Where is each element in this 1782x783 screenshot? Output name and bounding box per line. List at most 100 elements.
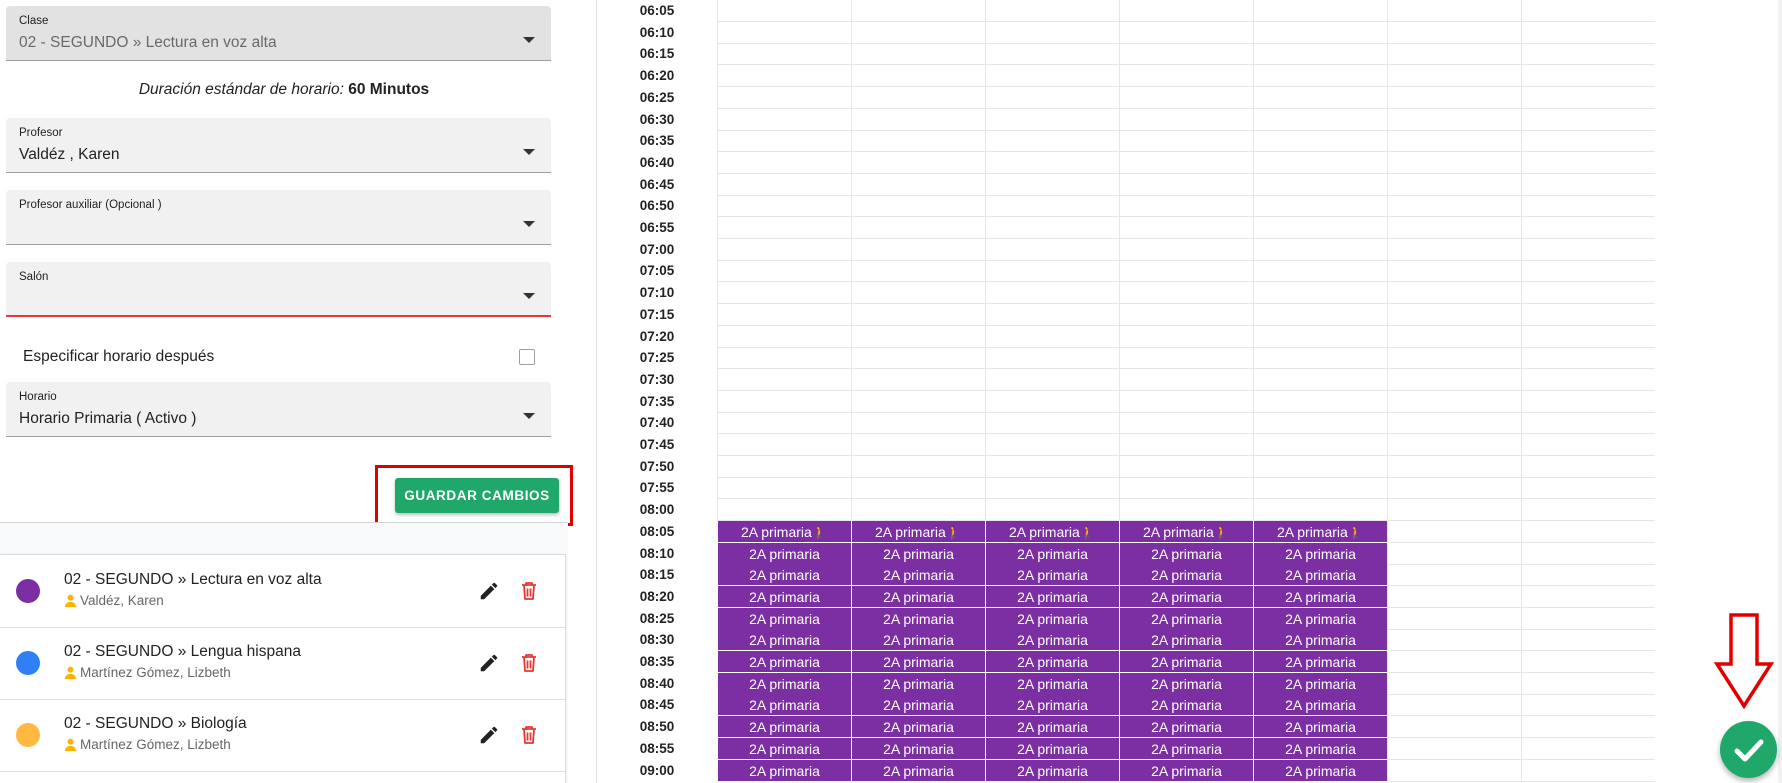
- schedule-cell[interactable]: [851, 108, 985, 131]
- schedule-cell[interactable]: [1253, 368, 1387, 391]
- schedule-cell[interactable]: [1387, 716, 1521, 739]
- schedule-cell[interactable]: [1521, 520, 1655, 543]
- schedule-block[interactable]: 2A primaria: [717, 694, 851, 717]
- schedule-cell[interactable]: [1119, 347, 1253, 370]
- schedule-block[interactable]: 2A primaria: [851, 651, 985, 673]
- schedule-cell[interactable]: [985, 151, 1119, 174]
- schedule-block[interactable]: 2A primaria: [985, 737, 1119, 760]
- schedule-cell[interactable]: [1521, 477, 1655, 500]
- schedule-cell[interactable]: [717, 65, 851, 88]
- schedule-cell[interactable]: [1521, 651, 1655, 673]
- schedule-cell[interactable]: [1119, 260, 1253, 283]
- schedule-cell[interactable]: [1387, 412, 1521, 435]
- schedule-cell[interactable]: [851, 0, 985, 22]
- schedule-cell[interactable]: [985, 325, 1119, 348]
- schedule-cell[interactable]: [1253, 455, 1387, 478]
- list-item[interactable]: 02 - SEGUNDO » Biología Martínez Gómez, L…: [0, 699, 566, 772]
- list-item[interactable]: 02 - SEGUNDO » Lengua hispana Martínez Gó…: [0, 627, 566, 700]
- schedule-cell[interactable]: [1521, 108, 1655, 131]
- schedule-cell[interactable]: [1387, 434, 1521, 456]
- pencil-icon[interactable]: [478, 580, 500, 602]
- schedule-cell[interactable]: [985, 130, 1119, 153]
- schedule-cell[interactable]: [1387, 651, 1521, 673]
- schedule-cell[interactable]: [1387, 455, 1521, 478]
- schedule-cell[interactable]: [985, 260, 1119, 283]
- schedule-cell[interactable]: [1521, 455, 1655, 478]
- schedule-cell[interactable]: [985, 86, 1119, 109]
- trash-icon[interactable]: [519, 580, 539, 602]
- schedule-cell[interactable]: [985, 173, 1119, 196]
- schedule-cell[interactable]: [1521, 412, 1655, 435]
- trash-icon[interactable]: [519, 724, 539, 746]
- schedule-block[interactable]: 2A primaria🚶: [1253, 520, 1387, 543]
- schedule-block[interactable]: 2A primaria🚶: [717, 520, 851, 543]
- schedule-cell[interactable]: [1119, 108, 1253, 131]
- confirm-fab-button[interactable]: [1720, 721, 1777, 778]
- schedule-block[interactable]: 2A primaria: [1253, 737, 1387, 760]
- schedule-cell[interactable]: [1521, 737, 1655, 760]
- schedule-cell[interactable]: [1521, 672, 1655, 695]
- schedule-block[interactable]: 2A primaria: [1253, 542, 1387, 565]
- salon-select[interactable]: Salón: [6, 262, 551, 317]
- schedule-cell[interactable]: [985, 347, 1119, 370]
- schedule-cell[interactable]: [1253, 130, 1387, 153]
- schedule-cell[interactable]: [851, 477, 985, 500]
- schedule-block[interactable]: 2A primaria: [717, 629, 851, 652]
- schedule-cell[interactable]: [1253, 499, 1387, 522]
- schedule-cell[interactable]: [1387, 542, 1521, 565]
- schedule-cell[interactable]: [851, 195, 985, 218]
- schedule-block[interactable]: 2A primaria: [985, 759, 1119, 782]
- schedule-cell[interactable]: [717, 43, 851, 66]
- schedule-cell[interactable]: [1119, 238, 1253, 261]
- schedule-cell[interactable]: [985, 0, 1119, 22]
- schedule-cell[interactable]: [1521, 607, 1655, 630]
- schedule-cell[interactable]: [717, 108, 851, 131]
- schedule-cell[interactable]: [851, 282, 985, 305]
- schedule-cell[interactable]: [851, 455, 985, 478]
- schedule-cell[interactable]: [717, 499, 851, 522]
- schedule-cell[interactable]: [717, 151, 851, 174]
- schedule-block[interactable]: 2A primaria: [985, 585, 1119, 608]
- schedule-block[interactable]: 2A primaria: [717, 672, 851, 695]
- schedule-block[interactable]: 2A primaria🚶: [985, 520, 1119, 543]
- schedule-cell[interactable]: [1521, 368, 1655, 391]
- schedule-cell[interactable]: [1387, 217, 1521, 239]
- schedule-cell[interactable]: [717, 477, 851, 500]
- schedule-cell[interactable]: [1253, 303, 1387, 326]
- schedule-cell[interactable]: [1253, 217, 1387, 239]
- schedule-cell[interactable]: [1119, 130, 1253, 153]
- schedule-cell[interactable]: [851, 65, 985, 88]
- schedule-cell[interactable]: [1521, 43, 1655, 66]
- schedule-cell[interactable]: [1521, 759, 1655, 782]
- specify-later-checkbox[interactable]: [519, 349, 535, 365]
- schedule-block[interactable]: 2A primaria: [1119, 585, 1253, 608]
- schedule-cell[interactable]: [717, 390, 851, 413]
- schedule-cell[interactable]: [985, 21, 1119, 44]
- schedule-block[interactable]: 2A primaria: [851, 672, 985, 695]
- schedule-cell[interactable]: [1253, 412, 1387, 435]
- schedule-cell[interactable]: [1521, 542, 1655, 565]
- schedule-cell[interactable]: [1119, 325, 1253, 348]
- schedule-cell[interactable]: [851, 217, 985, 239]
- schedule-block[interactable]: 2A primaria: [985, 651, 1119, 673]
- schedule-cell[interactable]: [1387, 499, 1521, 522]
- schedule-cell[interactable]: [1521, 585, 1655, 608]
- schedule-cell[interactable]: [1253, 347, 1387, 370]
- schedule-cell[interactable]: [1119, 390, 1253, 413]
- schedule-cell[interactable]: [985, 303, 1119, 326]
- schedule-cell[interactable]: [985, 390, 1119, 413]
- schedule-cell[interactable]: [851, 151, 985, 174]
- schedule-cell[interactable]: [1119, 217, 1253, 239]
- schedule-block[interactable]: 2A primaria: [1119, 564, 1253, 587]
- schedule-cell[interactable]: [1387, 173, 1521, 196]
- schedule-block[interactable]: 2A primaria: [851, 542, 985, 565]
- schedule-cell[interactable]: [1521, 303, 1655, 326]
- schedule-cell[interactable]: [1387, 282, 1521, 305]
- schedule-block[interactable]: 2A primaria: [1253, 694, 1387, 717]
- schedule-block[interactable]: 2A primaria: [851, 585, 985, 608]
- schedule-cell[interactable]: [717, 195, 851, 218]
- schedule-cell[interactable]: [1119, 195, 1253, 218]
- schedule-cell[interactable]: [1387, 303, 1521, 326]
- schedule-block[interactable]: 2A primaria: [717, 564, 851, 587]
- schedule-cell[interactable]: [1521, 390, 1655, 413]
